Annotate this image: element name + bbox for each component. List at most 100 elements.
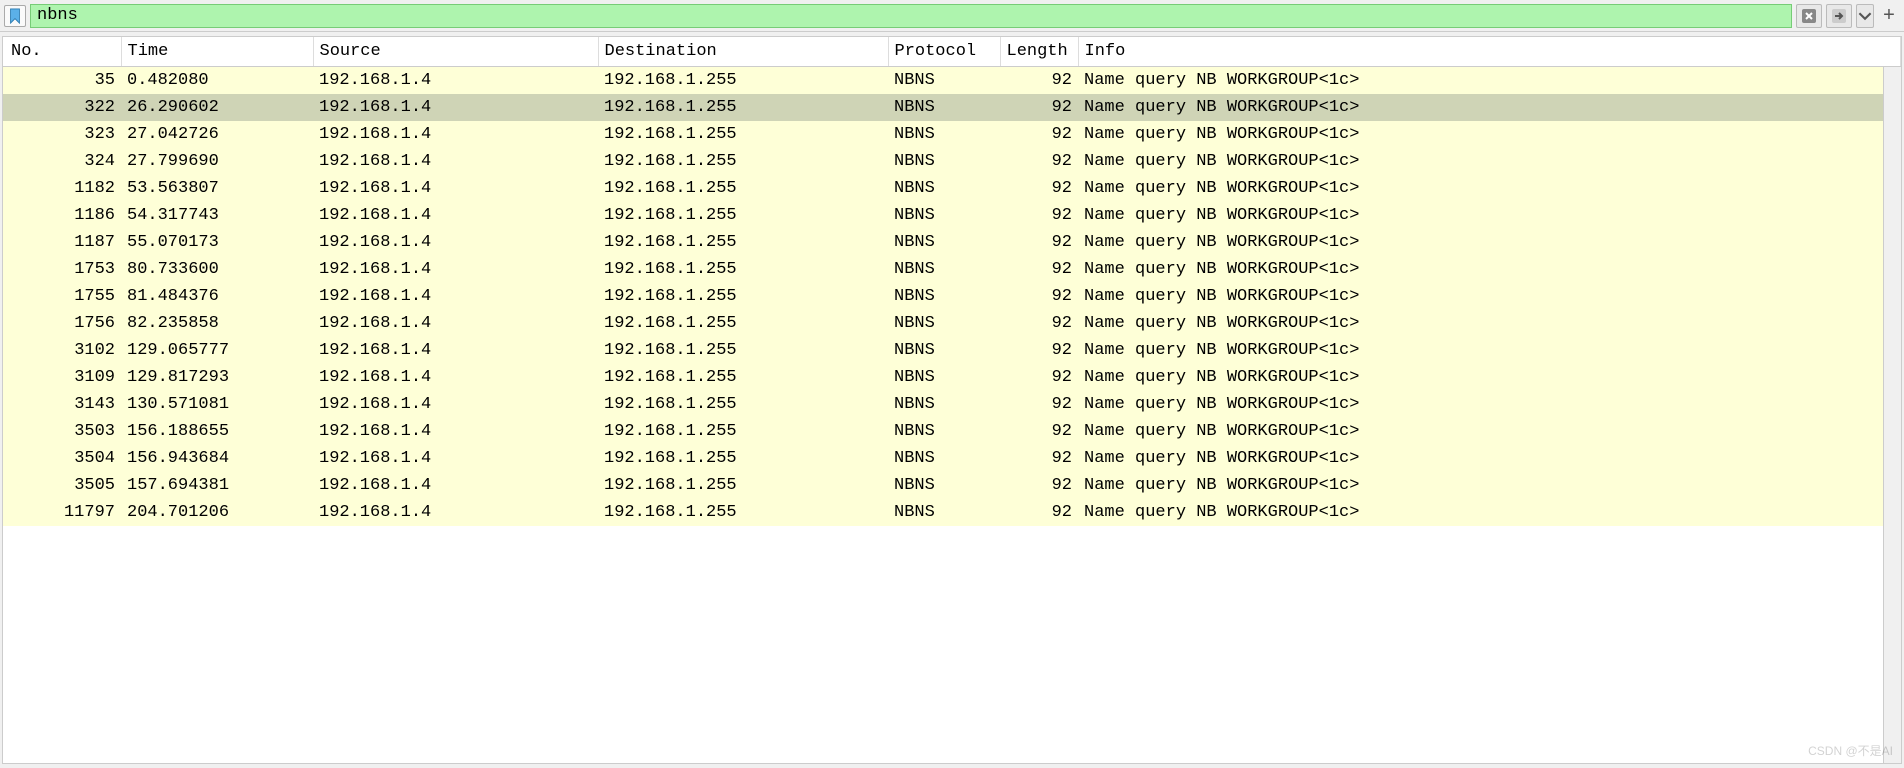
cell-protocol: NBNS [888, 445, 1000, 472]
cell-source: 192.168.1.4 [313, 67, 598, 95]
packet-table-header: No. Time Source Destination Protocol Len… [3, 37, 1901, 67]
cell-length: 92 [1000, 283, 1078, 310]
col-header-destination[interactable]: Destination [598, 37, 888, 67]
cell-no: 3109 [3, 364, 121, 391]
cell-info: Name query NB WORKGROUP<1c> [1078, 67, 1901, 95]
col-header-no[interactable]: No. [3, 37, 121, 67]
cell-destination: 192.168.1.255 [598, 391, 888, 418]
table-row[interactable]: 32327.042726192.168.1.4192.168.1.255NBNS… [3, 121, 1901, 148]
cell-time: 156.188655 [121, 418, 313, 445]
cell-destination: 192.168.1.255 [598, 337, 888, 364]
cell-destination: 192.168.1.255 [598, 364, 888, 391]
cell-source: 192.168.1.4 [313, 445, 598, 472]
filter-history-button[interactable] [1856, 4, 1874, 28]
cell-destination: 192.168.1.255 [598, 472, 888, 499]
cell-info: Name query NB WORKGROUP<1c> [1078, 499, 1901, 526]
cell-info: Name query NB WORKGROUP<1c> [1078, 472, 1901, 499]
cell-source: 192.168.1.4 [313, 283, 598, 310]
cell-time: 26.290602 [121, 94, 313, 121]
col-header-time[interactable]: Time [121, 37, 313, 67]
cell-no: 3504 [3, 445, 121, 472]
cell-length: 92 [1000, 229, 1078, 256]
cell-length: 92 [1000, 337, 1078, 364]
cell-length: 92 [1000, 202, 1078, 229]
cell-length: 92 [1000, 94, 1078, 121]
cell-protocol: NBNS [888, 202, 1000, 229]
col-header-info[interactable]: Info [1078, 37, 1901, 67]
cell-length: 92 [1000, 472, 1078, 499]
cell-no: 3503 [3, 418, 121, 445]
packet-table: No. Time Source Destination Protocol Len… [3, 37, 1901, 526]
cell-info: Name query NB WORKGROUP<1c> [1078, 418, 1901, 445]
cell-length: 92 [1000, 67, 1078, 95]
table-row[interactable]: 32226.290602192.168.1.4192.168.1.255NBNS… [3, 94, 1901, 121]
cell-time: 129.817293 [121, 364, 313, 391]
cell-no: 324 [3, 148, 121, 175]
cell-protocol: NBNS [888, 256, 1000, 283]
cell-destination: 192.168.1.255 [598, 283, 888, 310]
cell-source: 192.168.1.4 [313, 202, 598, 229]
cell-time: 0.482080 [121, 67, 313, 95]
table-row[interactable]: 11797204.701206192.168.1.4192.168.1.255N… [3, 499, 1901, 526]
cell-no: 11797 [3, 499, 121, 526]
cell-source: 192.168.1.4 [313, 121, 598, 148]
table-row[interactable]: 118654.317743192.168.1.4192.168.1.255NBN… [3, 202, 1901, 229]
cell-source: 192.168.1.4 [313, 148, 598, 175]
cell-info: Name query NB WORKGROUP<1c> [1078, 337, 1901, 364]
cell-source: 192.168.1.4 [313, 391, 598, 418]
table-row[interactable]: 3505157.694381192.168.1.4192.168.1.255NB… [3, 472, 1901, 499]
table-row[interactable]: 3102129.065777192.168.1.4192.168.1.255NB… [3, 337, 1901, 364]
cell-info: Name query NB WORKGROUP<1c> [1078, 391, 1901, 418]
cell-length: 92 [1000, 148, 1078, 175]
cell-length: 92 [1000, 256, 1078, 283]
table-row[interactable]: 175682.235858192.168.1.4192.168.1.255NBN… [3, 310, 1901, 337]
cell-length: 92 [1000, 418, 1078, 445]
table-row[interactable]: 118253.563807192.168.1.4192.168.1.255NBN… [3, 175, 1901, 202]
table-row[interactable]: 175380.733600192.168.1.4192.168.1.255NBN… [3, 256, 1901, 283]
cell-source: 192.168.1.4 [313, 472, 598, 499]
cell-protocol: NBNS [888, 337, 1000, 364]
cell-no: 3102 [3, 337, 121, 364]
cell-source: 192.168.1.4 [313, 94, 598, 121]
apply-filter-button[interactable] [1826, 4, 1852, 28]
col-header-protocol[interactable]: Protocol [888, 37, 1000, 67]
filter-bookmark-button[interactable] [4, 5, 26, 27]
cell-protocol: NBNS [888, 148, 1000, 175]
table-row[interactable]: 175581.484376192.168.1.4192.168.1.255NBN… [3, 283, 1901, 310]
cell-destination: 192.168.1.255 [598, 256, 888, 283]
table-row[interactable]: 3503156.188655192.168.1.4192.168.1.255NB… [3, 418, 1901, 445]
cell-info: Name query NB WORKGROUP<1c> [1078, 175, 1901, 202]
table-row[interactable]: 118755.070173192.168.1.4192.168.1.255NBN… [3, 229, 1901, 256]
packet-list-pane: No. Time Source Destination Protocol Len… [2, 36, 1902, 764]
cell-source: 192.168.1.4 [313, 310, 598, 337]
clear-filter-button[interactable] [1796, 4, 1822, 28]
table-row[interactable]: 3109129.817293192.168.1.4192.168.1.255NB… [3, 364, 1901, 391]
cell-time: 27.799690 [121, 148, 313, 175]
table-row[interactable]: 350.482080192.168.1.4192.168.1.255NBNS92… [3, 67, 1901, 95]
table-row[interactable]: 32427.799690192.168.1.4192.168.1.255NBNS… [3, 148, 1901, 175]
add-filter-button[interactable]: + [1878, 4, 1900, 28]
cell-time: 82.235858 [121, 310, 313, 337]
cell-info: Name query NB WORKGROUP<1c> [1078, 256, 1901, 283]
packet-rows: 350.482080192.168.1.4192.168.1.255NBNS92… [3, 67, 1901, 527]
cell-destination: 192.168.1.255 [598, 121, 888, 148]
vertical-scrollbar[interactable] [1883, 67, 1901, 763]
cell-length: 92 [1000, 175, 1078, 202]
table-row[interactable]: 3143130.571081192.168.1.4192.168.1.255NB… [3, 391, 1901, 418]
bookmark-icon [8, 8, 22, 24]
display-filter-input[interactable] [30, 4, 1792, 28]
cell-protocol: NBNS [888, 391, 1000, 418]
col-header-source[interactable]: Source [313, 37, 598, 67]
cell-no: 1755 [3, 283, 121, 310]
cell-time: 204.701206 [121, 499, 313, 526]
cell-info: Name query NB WORKGROUP<1c> [1078, 121, 1901, 148]
cell-info: Name query NB WORKGROUP<1c> [1078, 283, 1901, 310]
cell-destination: 192.168.1.255 [598, 445, 888, 472]
col-header-length[interactable]: Length [1000, 37, 1078, 67]
cell-no: 3505 [3, 472, 121, 499]
cell-length: 92 [1000, 391, 1078, 418]
cell-no: 323 [3, 121, 121, 148]
cell-destination: 192.168.1.255 [598, 229, 888, 256]
cell-destination: 192.168.1.255 [598, 202, 888, 229]
table-row[interactable]: 3504156.943684192.168.1.4192.168.1.255NB… [3, 445, 1901, 472]
